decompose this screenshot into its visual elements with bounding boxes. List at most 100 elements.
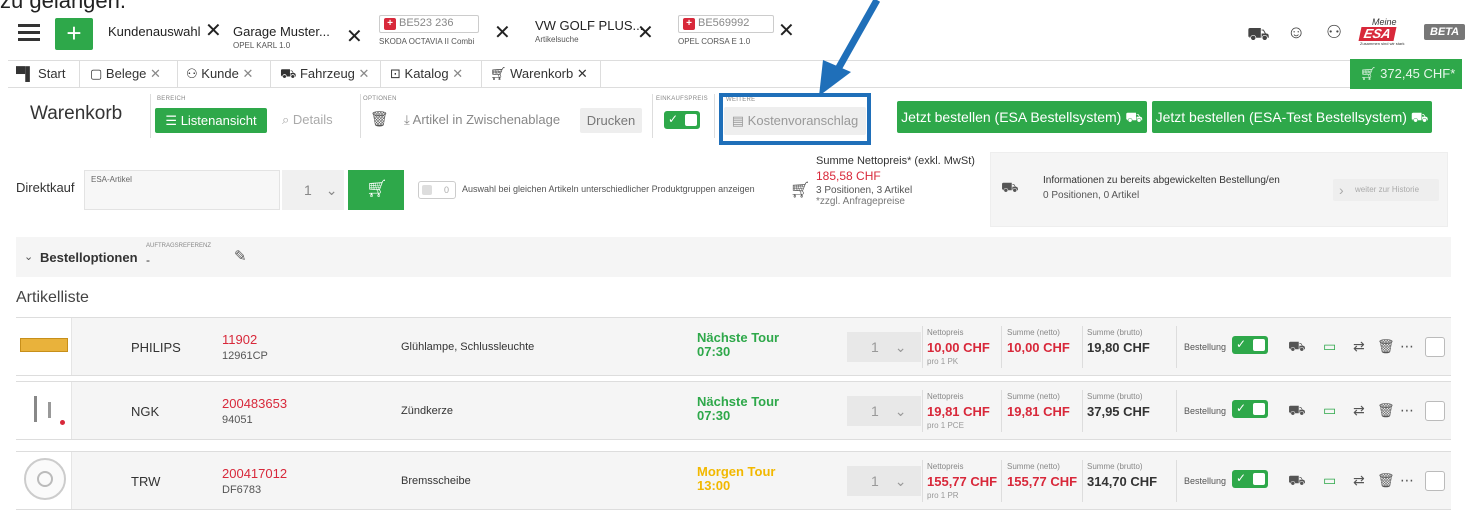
row-checkbox[interactable] [1425, 401, 1445, 421]
smiley-icon[interactable]: ☺ [1287, 22, 1305, 43]
search-icon: ⌕ [282, 112, 290, 127]
artikel-input[interactable]: ESA-Artikel [84, 170, 280, 210]
menu-icon[interactable] [18, 24, 40, 42]
chevron-down-icon: ⌄ [24, 251, 34, 263]
exchange-icon[interactable]: ⇄ [1353, 402, 1365, 419]
trash-icon[interactable]: 🗑︎ [1377, 402, 1395, 419]
unit-label: pro 1 PR [927, 491, 959, 500]
comment-icon[interactable]: ▭ [1323, 472, 1336, 489]
more-icon[interactable]: ⋯ [1400, 472, 1414, 489]
order-esa-button[interactable]: Jetzt bestellen (ESA Bestellsystem) ⛟ [897, 101, 1147, 133]
tab-be569992[interactable]: + BE569992 OPEL CORSA E 1.0 [678, 15, 774, 46]
bestellung-toggle[interactable]: ✓ [1232, 470, 1268, 488]
availability-icon[interactable]: ⛟ [1288, 338, 1306, 357]
close-icon[interactable]: ✕ [637, 20, 654, 45]
exchange-icon[interactable]: ⇄ [1353, 338, 1365, 355]
table-row[interactable]: NGK 200483653 94051 Zündkerze Nächste To… [16, 381, 1451, 440]
nav-kunde[interactable]: ⚇ Kunde ✕ [186, 66, 253, 82]
comment-icon[interactable]: ▭ [1323, 338, 1336, 355]
article-number-link[interactable]: 200417012 [222, 466, 287, 481]
bestelloptionen-label: Bestelloptionen [40, 250, 138, 265]
bestellung-toggle[interactable]: ✓ [1232, 400, 1268, 418]
auftragsreferenz-value: - [146, 253, 150, 267]
product-group-switch[interactable]: 0 [418, 181, 456, 199]
tab-kundenauswahl[interactable]: Kundenauswahl [108, 24, 201, 39]
table-row[interactable]: TRW 200417012 DF6783 Bremsscheibe Morgen… [16, 451, 1451, 510]
artikelliste-title: Artikelliste [16, 289, 89, 306]
nav-katalog[interactable]: ⊡ Katalog ✕ [390, 66, 463, 82]
availability-icon[interactable]: ⛟ [1288, 402, 1306, 421]
bereich-label: BEREICH [157, 96, 186, 102]
sum-netto: 10,00 CHF [1007, 340, 1070, 355]
close-icon[interactable]: ✕ [150, 66, 161, 81]
print-button[interactable]: Drucken [580, 108, 642, 133]
bestellung-toggle[interactable]: ✓ [1232, 336, 1268, 354]
close-icon[interactable]: ✕ [205, 18, 222, 43]
article-description: Glühlampe, Schlussleuchte [401, 341, 535, 353]
truck-icon[interactable]: ⛟ [1247, 24, 1270, 48]
close-icon[interactable]: ✕ [452, 66, 463, 81]
more-icon[interactable]: ⋯ [1400, 402, 1414, 419]
swiss-flag-icon: + [683, 18, 695, 30]
nav-start[interactable]: ▀▌ Start [16, 66, 66, 81]
exchange-icon[interactable]: ⇄ [1353, 472, 1365, 489]
row-checkbox[interactable] [1425, 471, 1445, 491]
nav-belege[interactable]: ▢ Belege ✕ [90, 66, 161, 82]
summary-note: *zzgl. Anfragepreise [816, 196, 905, 207]
netto-price: 19,81 CHF [927, 404, 990, 419]
cart-icon: 🛒︎ [790, 182, 811, 199]
chevron-down-icon: ⌄ [894, 339, 907, 355]
user-icon: ⚇ [186, 66, 198, 81]
sum-netto-label: Summe (netto) [1007, 462, 1060, 471]
more-icon[interactable]: ⋯ [1400, 338, 1414, 355]
listenansicht-button[interactable]: ☰ Listenansicht [155, 108, 267, 133]
history-title: Informationen zu bereits abgewickelten B… [1043, 175, 1280, 186]
tab-garage-muster[interactable]: Garage Muster... OPEL KARL 1.0 [233, 24, 330, 50]
user-settings-icon[interactable]: ⚇ [1326, 22, 1342, 43]
quantity-select[interactable]: 1 ⌄ [847, 466, 921, 496]
close-icon[interactable]: ✕ [494, 20, 511, 45]
availability-icon[interactable]: ⛟ [1288, 472, 1306, 491]
row-checkbox[interactable] [1425, 337, 1445, 357]
nav-warenkorb[interactable]: 🛒︎ Warenkorb ✕ [490, 66, 588, 82]
einkaufspreis-label: EINKAUFSPREIS [656, 96, 708, 102]
pencil-icon[interactable]: ✎ [234, 247, 247, 265]
document-icon: ▢ [90, 66, 103, 81]
order-test-button[interactable]: Jetzt bestellen (ESA-Test Bestellsystem)… [1152, 101, 1432, 133]
bestelloptionen-bar[interactable]: ⌄ Bestelloptionen AUFTRAGSREFERENZ - ✎ [16, 237, 1451, 277]
chevron-down-icon: ⌄ [894, 403, 907, 419]
summary-title: Summe Nettopreis* (exkl. MwSt) [816, 155, 975, 167]
nav-fahrzeug[interactable]: ⛟ Fahrzeug ✕ [280, 66, 369, 84]
comment-icon[interactable]: ▭ [1323, 402, 1336, 419]
clipboard-button[interactable]: ⤓ Artikel in Zwischenablage [404, 112, 560, 128]
quantity-select[interactable]: 1 ⌄ [282, 170, 344, 210]
sum-brutto: 19,80 CHF [1087, 340, 1150, 355]
brand: NGK [131, 404, 160, 419]
trash-icon[interactable]: 🗑︎ [1377, 338, 1395, 355]
close-icon[interactable]: ✕ [577, 66, 588, 81]
tab-sub: Artikelsuche [535, 35, 579, 44]
tab-vw-golf[interactable]: VW GOLF PLUS... Artikelsuche [535, 18, 643, 44]
quantity-select[interactable]: 1 ⌄ [847, 332, 921, 362]
trash-icon[interactable]: 🗑︎ [370, 110, 389, 128]
article-number-link[interactable]: 11902 [222, 332, 257, 347]
cart-total-button[interactable]: 🛒︎ 372,45 CHF* [1350, 59, 1462, 89]
einkaufspreis-toggle[interactable]: ✓ [664, 111, 700, 129]
article-number-link[interactable]: 200483653 [222, 396, 287, 411]
tab-label: Garage Muster... [233, 24, 330, 39]
new-tab-button[interactable]: + [55, 18, 93, 50]
tab-label: Kundenauswahl [108, 24, 201, 39]
close-icon[interactable]: ✕ [778, 18, 795, 43]
summary-amount: 185,58 CHF [816, 169, 881, 183]
history-link-button[interactable]: › weiter zur Historie [1333, 179, 1439, 201]
close-icon[interactable]: ✕ [243, 66, 254, 81]
sum-netto-label: Summe (netto) [1007, 392, 1060, 401]
details-button[interactable]: ⌕ Details [282, 112, 333, 128]
close-icon[interactable]: ✕ [346, 24, 363, 49]
table-row[interactable]: PHILIPS 11902 12961CP Glühlampe, Schluss… [16, 317, 1451, 376]
add-to-cart-button[interactable]: 🛒︎ [348, 170, 404, 210]
quantity-select[interactable]: 1 ⌄ [847, 396, 921, 426]
tab-be523236[interactable]: + BE523 236 SKODA OCTAVIA II Combi [379, 15, 479, 46]
trash-icon[interactable]: 🗑︎ [1377, 472, 1395, 489]
close-icon[interactable]: ✕ [359, 66, 370, 81]
